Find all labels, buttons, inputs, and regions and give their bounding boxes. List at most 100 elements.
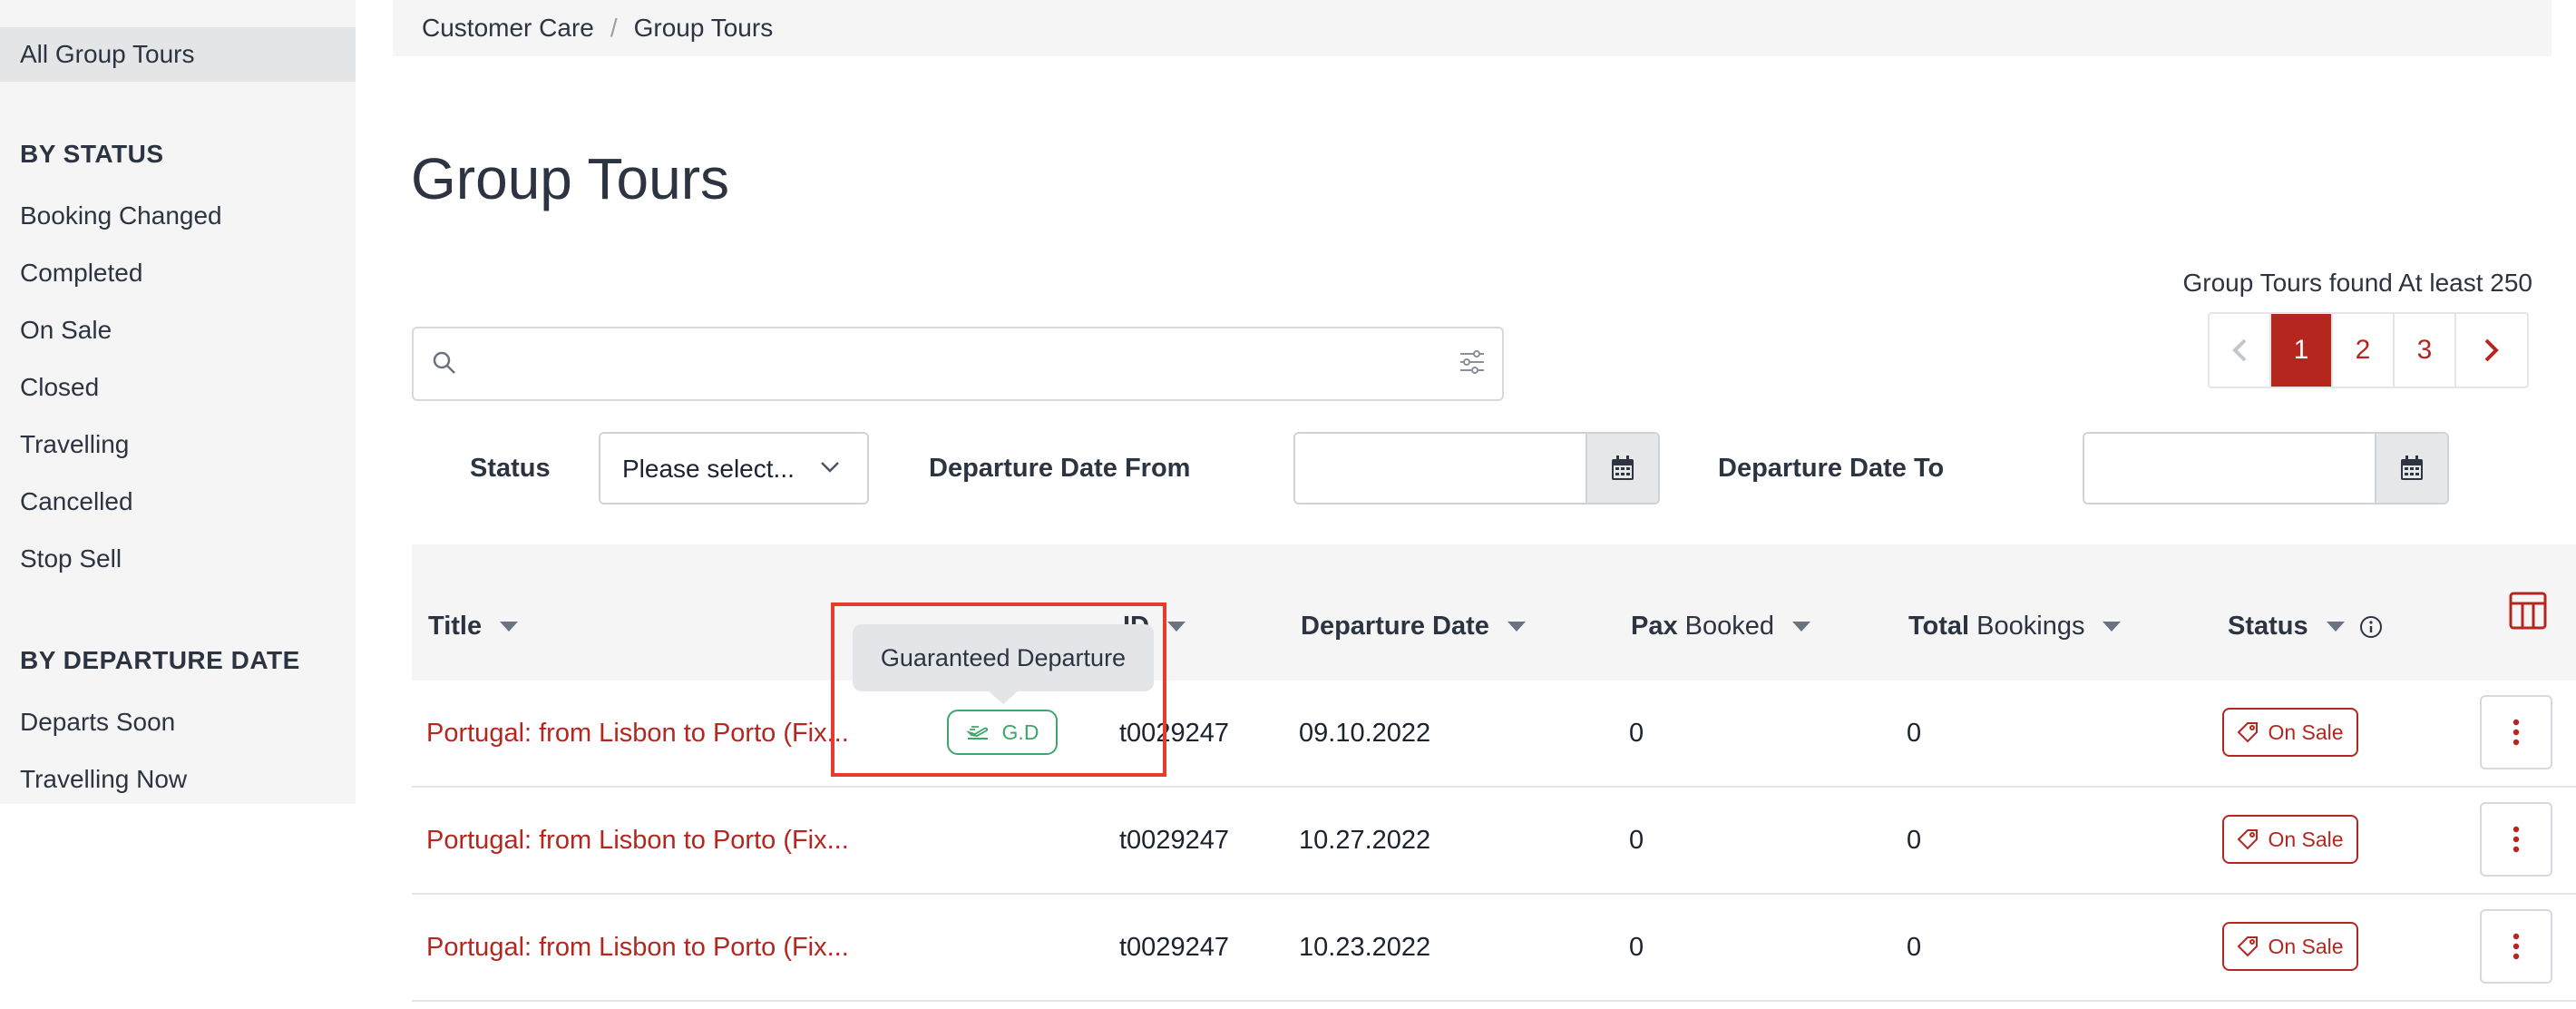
row-total-bookings: 0 <box>1907 719 1922 748</box>
status-badge-label: On Sale <box>2268 720 2344 744</box>
row-departure-date: 09.10.2022 <box>1299 719 1431 748</box>
row-total-bookings: 0 <box>1907 933 1922 962</box>
sidebar-item-completed[interactable]: Completed <box>20 259 142 288</box>
row-departure-date: 10.27.2022 <box>1299 826 1431 855</box>
departure-date-from-field <box>1293 432 1660 504</box>
column-total-label-bold: Total <box>1908 612 1970 641</box>
column-departure-label: Departure Date <box>1301 612 1489 641</box>
search-icon <box>433 351 455 374</box>
sidebar-item-departs-soon[interactable]: Departs Soon <box>20 708 175 737</box>
sidebar: All Group Tours BY STATUS Booking Change… <box>0 0 356 804</box>
status-badge[interactable]: On Sale <box>2222 922 2358 971</box>
row-id: t0029247 <box>1119 719 1229 748</box>
column-title-label: Title <box>428 612 483 641</box>
status-select[interactable]: Please select... <box>599 432 869 504</box>
page-button-2[interactable]: 2 <box>2333 314 2395 387</box>
breadcrumb-customer-care[interactable]: Customer Care <box>422 14 594 43</box>
row-total-bookings: 0 <box>1907 826 1922 855</box>
sidebar-item-travelling[interactable]: Travelling <box>20 430 129 459</box>
breadcrumb-separator: / <box>610 14 618 42</box>
departure-date-to-label: Departure Date To <box>1718 454 1945 483</box>
status-badge[interactable]: On Sale <box>2222 815 2358 864</box>
column-header-departure-date[interactable]: Departure Date <box>1301 612 1526 642</box>
departure-icon <box>965 726 988 740</box>
sidebar-heading-by-status: BY STATUS <box>20 140 164 168</box>
search-input[interactable] <box>468 338 1433 390</box>
chevron-left-icon <box>2232 338 2247 362</box>
sidebar-item-closed[interactable]: Closed <box>20 373 99 402</box>
table-row[interactable]: Portugal: from Lisbon to Porto (Fix... G… <box>412 681 2576 788</box>
row-actions-button[interactable] <box>2480 802 2552 877</box>
next-page-button[interactable] <box>2456 314 2527 387</box>
search-box <box>412 327 1504 401</box>
sidebar-item-booking-changed[interactable]: Booking Changed <box>20 201 222 230</box>
status-badge[interactable]: On Sale <box>2222 708 2358 757</box>
departure-date-from-label: Departure Date From <box>929 454 1191 483</box>
page-button-1[interactable]: 1 <box>2271 314 2333 387</box>
column-header-pax-booked[interactable]: Pax Booked <box>1631 612 1811 642</box>
departure-date-from-input[interactable] <box>1295 434 1591 503</box>
row-pax-booked: 0 <box>1629 933 1644 962</box>
sidebar-heading-by-departure-date: BY DEPARTURE DATE <box>20 646 300 674</box>
row-pax-booked: 0 <box>1629 719 1644 748</box>
row-title-link[interactable]: Portugal: from Lisbon to Porto (Fix... <box>426 895 849 1000</box>
table-columns-icon[interactable] <box>2509 592 2547 630</box>
sort-caret-icon <box>1167 622 1186 632</box>
tag-icon <box>2238 722 2259 743</box>
guaranteed-departure-tooltip: Guaranteed Departure <box>853 624 1154 704</box>
chevron-down-icon <box>821 462 839 473</box>
breadcrumb: Customer Care / Group Tours <box>393 0 2552 56</box>
calendar-icon <box>2401 456 2423 480</box>
row-title-link[interactable]: Portugal: from Lisbon to Porto (Fix... <box>426 788 849 893</box>
sort-caret-icon <box>2103 622 2122 632</box>
sort-caret-icon <box>1507 622 1526 632</box>
row-departure-date: 10.23.2022 <box>1299 933 1431 962</box>
page-title: Group Tours <box>411 146 729 211</box>
prev-page-button[interactable] <box>2210 314 2271 387</box>
sort-caret-icon <box>1792 622 1811 632</box>
column-pax-label-bold: Pax <box>1631 612 1678 641</box>
table-row[interactable]: Portugal: from Lisbon to Porto (Fix... t… <box>412 788 2576 895</box>
results-count: Group Tours found At least 250 <box>2182 269 2532 297</box>
pagination: 1 2 3 <box>2208 312 2529 388</box>
sort-caret-icon <box>500 622 519 632</box>
sidebar-item-cancelled[interactable]: Cancelled <box>20 487 133 516</box>
departure-date-to-field <box>2083 432 2449 504</box>
departure-date-to-calendar-button[interactable] <box>2375 434 2447 503</box>
row-actions-button[interactable] <box>2480 909 2552 984</box>
column-header-title[interactable]: Title <box>428 612 519 642</box>
kebab-icon <box>2513 719 2520 746</box>
status-badge-label: On Sale <box>2268 934 2344 958</box>
sliders-icon[interactable] <box>1459 348 1486 376</box>
page-button-3[interactable]: 3 <box>2395 314 2456 387</box>
table-row[interactable]: Portugal: from Lisbon to Porto (Fix... t… <box>412 895 2576 1002</box>
column-status-label: Status <box>2228 612 2308 641</box>
status-select-value: Please select... <box>622 455 795 483</box>
sort-caret-icon <box>2326 622 2345 632</box>
tag-icon <box>2238 829 2259 850</box>
info-icon[interactable] <box>2359 615 2383 639</box>
column-total-label-rest: Bookings <box>1969 612 2085 641</box>
column-header-total-bookings[interactable]: Total Bookings <box>1908 612 2122 642</box>
column-header-status[interactable]: Status <box>2228 612 2383 642</box>
kebab-icon <box>2513 826 2520 853</box>
departure-date-to-input[interactable] <box>2084 434 2380 503</box>
breadcrumb-group-tours[interactable]: Group Tours <box>634 14 774 43</box>
row-id: t0029247 <box>1119 933 1229 962</box>
sidebar-item-on-sale[interactable]: On Sale <box>20 316 112 345</box>
guaranteed-departure-badge-label: G.D <box>1001 720 1039 744</box>
row-actions-button[interactable] <box>2480 695 2552 769</box>
row-id: t0029247 <box>1119 826 1229 855</box>
sidebar-item-stop-sell[interactable]: Stop Sell <box>20 544 122 573</box>
row-title-link[interactable]: Portugal: from Lisbon to Porto (Fix... <box>426 681 849 786</box>
tag-icon <box>2238 936 2259 957</box>
sidebar-item-travelling-now[interactable]: Travelling Now <box>20 765 187 794</box>
guaranteed-departure-badge[interactable]: G.D <box>947 710 1058 755</box>
status-filter-label: Status <box>470 454 551 483</box>
departure-date-from-calendar-button[interactable] <box>1586 434 1658 503</box>
sidebar-item-all-group-tours[interactable]: All Group Tours <box>0 27 356 82</box>
row-pax-booked: 0 <box>1629 826 1644 855</box>
calendar-icon <box>1612 456 1634 480</box>
status-badge-label: On Sale <box>2268 827 2344 851</box>
chevron-right-icon <box>2484 338 2499 362</box>
